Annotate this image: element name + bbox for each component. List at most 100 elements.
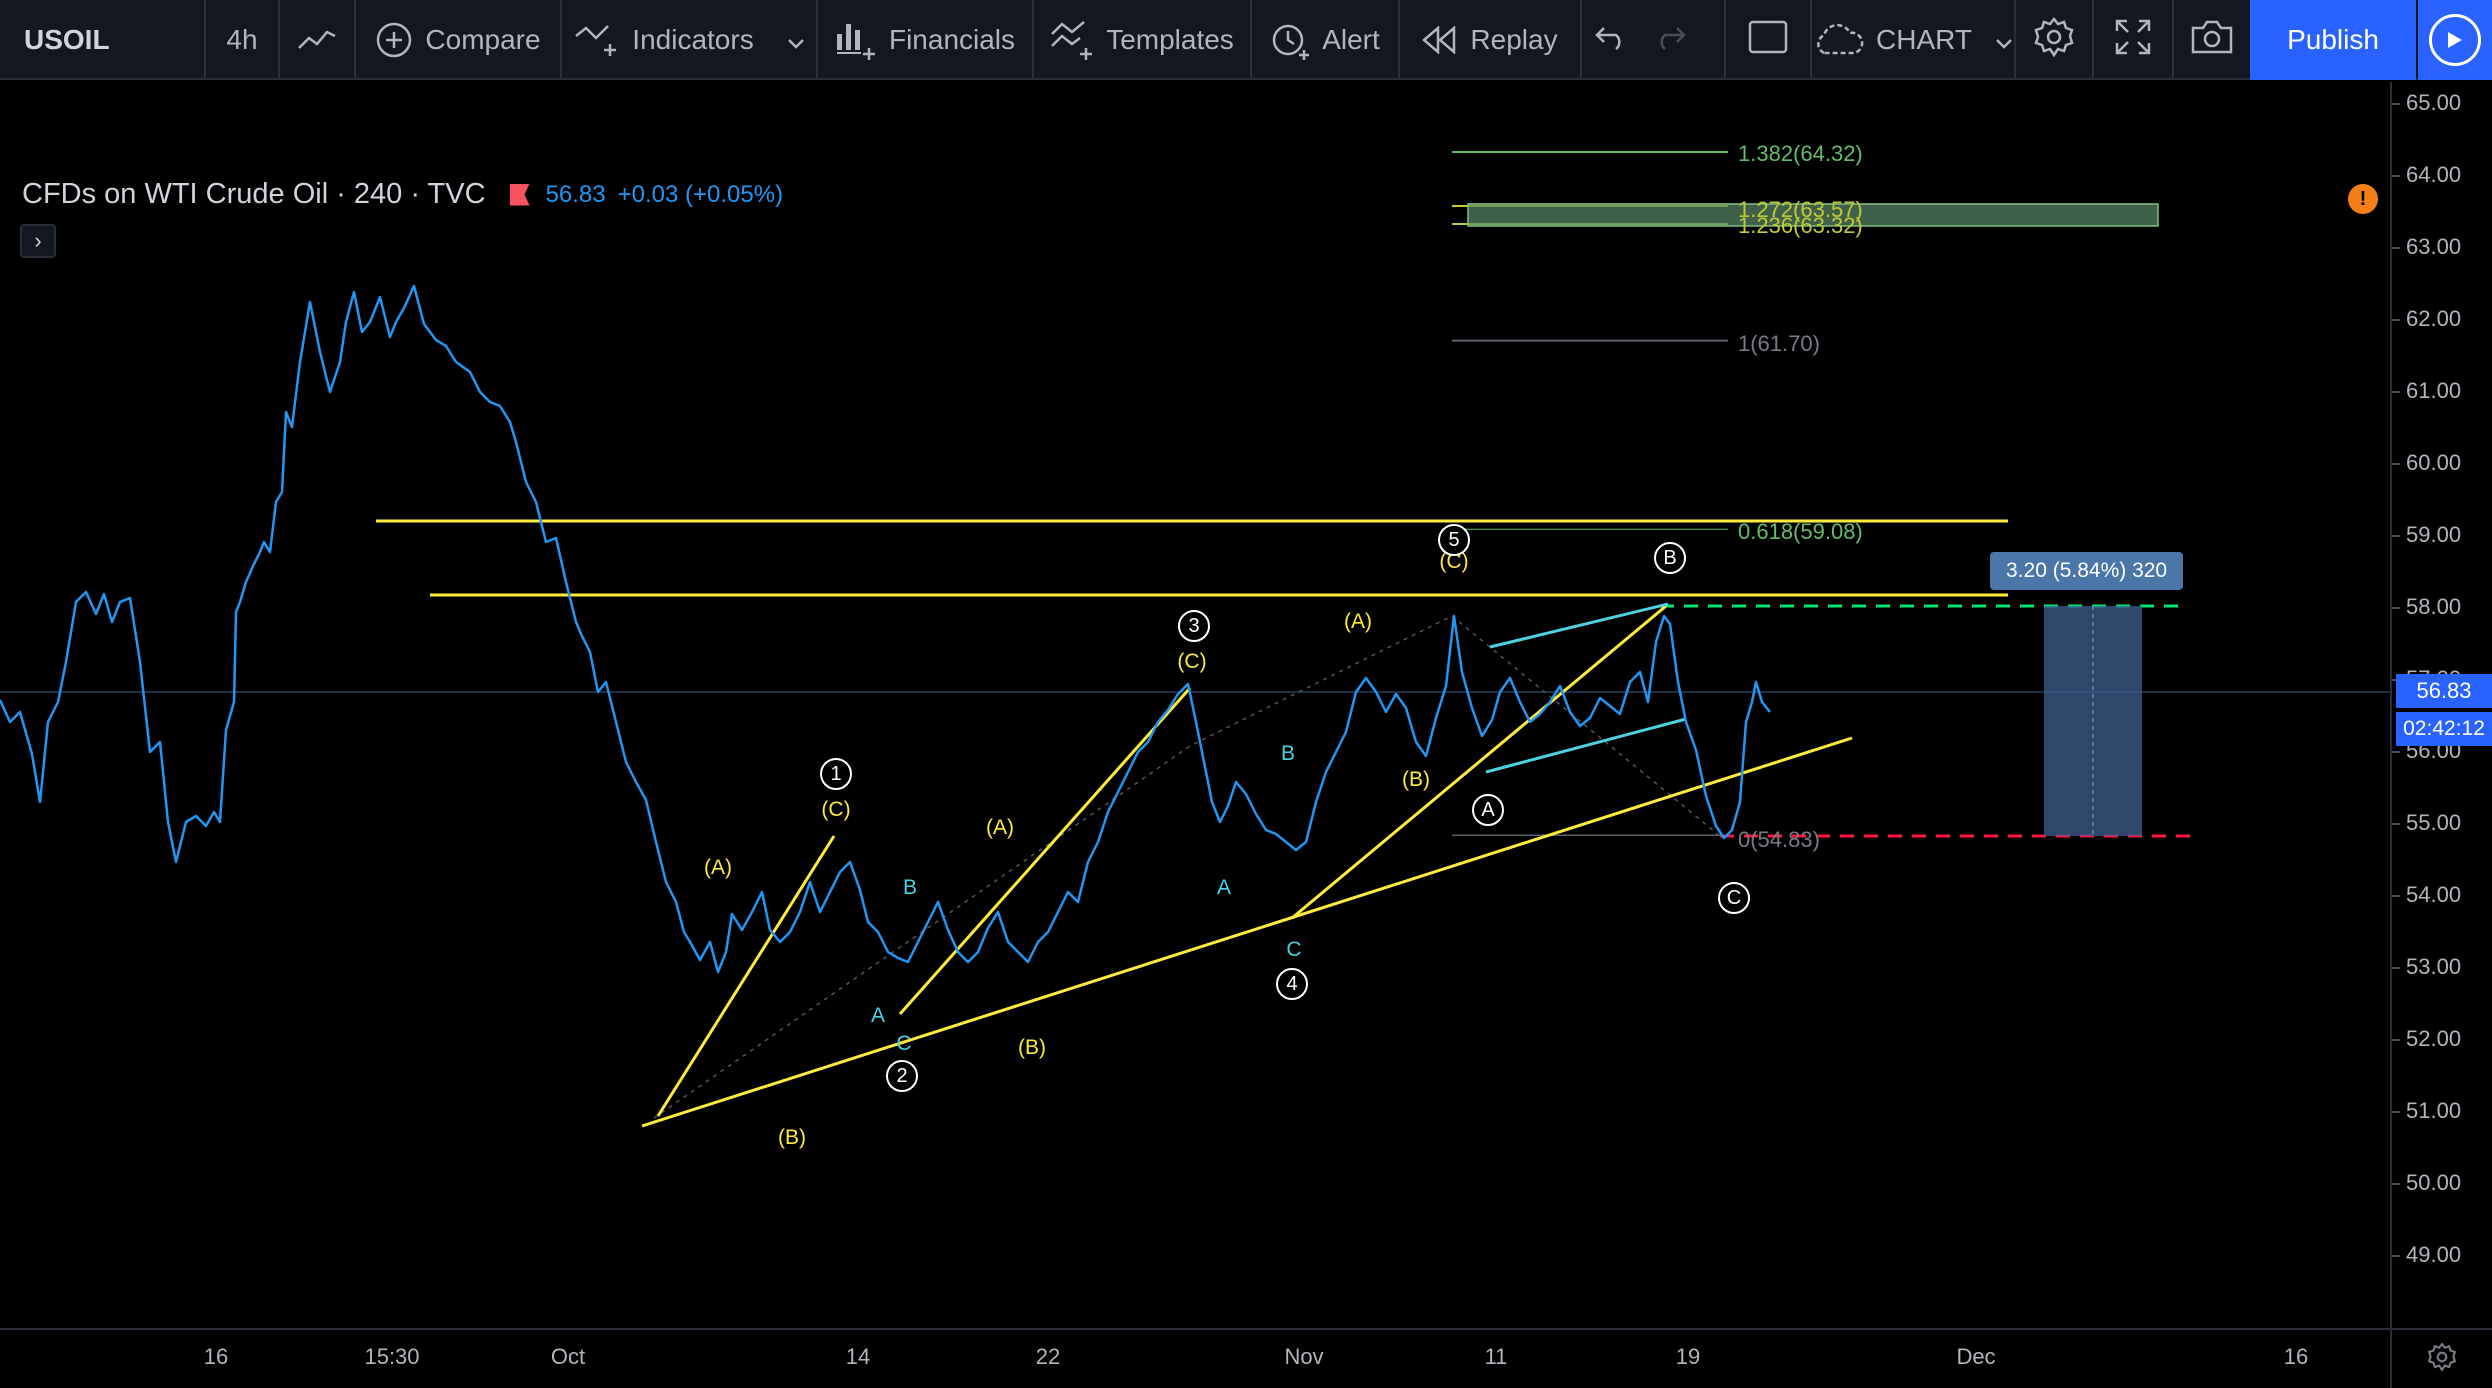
legend-change: +0.03 (+0.05%) bbox=[617, 180, 784, 208]
publish-button[interactable]: Publish bbox=[2250, 0, 2416, 80]
warning-icon[interactable]: ! bbox=[2348, 184, 2378, 214]
cloud-icon bbox=[1812, 23, 1864, 57]
square-icon bbox=[1748, 20, 1788, 61]
camera-icon bbox=[2191, 20, 2233, 61]
time-axis-label: 15:30 bbox=[364, 1344, 420, 1369]
undo-icon bbox=[1594, 24, 1628, 57]
price-axis-label: 49.00 bbox=[2406, 1242, 2462, 1267]
price-tick bbox=[2392, 751, 2400, 753]
scale-settings-button[interactable] bbox=[2390, 1328, 2492, 1388]
trendline bbox=[1291, 604, 1667, 920]
time-axis-label: Dec bbox=[1956, 1344, 1996, 1369]
financials-icon bbox=[835, 20, 877, 60]
time-axis-label: Oct bbox=[550, 1344, 586, 1369]
price-tick bbox=[2392, 103, 2400, 105]
price-axis-label: 58.00 bbox=[2406, 594, 2462, 619]
price-tick bbox=[2392, 391, 2400, 393]
layout-button[interactable]: CHART bbox=[1812, 0, 2012, 80]
fullscreen-button[interactable] bbox=[2094, 0, 2172, 80]
price-tick bbox=[2392, 823, 2400, 825]
time-scale[interactable]: 16 15:30 Oct 14 22 Nov 11 19 Dec 16 bbox=[0, 1328, 2390, 1388]
fib-level-label: 1.382(64.32) bbox=[1738, 141, 1863, 166]
fib-level-label: 0(54.83) bbox=[1738, 827, 1820, 852]
legend-toggle-button[interactable]: › bbox=[20, 224, 56, 258]
settings-button[interactable] bbox=[2016, 0, 2092, 80]
interval-label: 4h bbox=[226, 24, 258, 55]
wave-label: B bbox=[1280, 742, 1296, 765]
compare-button[interactable]: Compare bbox=[356, 0, 560, 80]
select-button[interactable] bbox=[1726, 0, 1810, 80]
interval-button[interactable]: 4h bbox=[206, 0, 278, 80]
wave-label-circled: 1 bbox=[820, 758, 852, 790]
wave-label: (B) bbox=[778, 1126, 806, 1149]
price-axis-label: 62.00 bbox=[2406, 306, 2462, 331]
wave-label-circled: 5 bbox=[1438, 524, 1470, 556]
price-tick bbox=[2392, 1183, 2400, 1185]
wave-label: (A) bbox=[1344, 610, 1372, 633]
price-tick bbox=[2392, 535, 2400, 537]
time-axis-label: 16 bbox=[2283, 1344, 2309, 1369]
indicators-label: Indicators bbox=[632, 24, 754, 55]
alert-button[interactable]: Alert bbox=[1252, 0, 1398, 80]
redo-icon bbox=[1653, 24, 1687, 57]
chart-canvas[interactable] bbox=[0, 82, 2390, 1328]
chart-style-button[interactable] bbox=[280, 0, 354, 80]
time-axis-label: 19 bbox=[1675, 1344, 1701, 1369]
gear-icon bbox=[2427, 1341, 2457, 1377]
fib-level-label: 0.618(59.08) bbox=[1738, 519, 1863, 544]
price-axis-label: 63.00 bbox=[2406, 234, 2462, 259]
wave-label: (C) bbox=[821, 798, 851, 821]
wave-label: C bbox=[896, 1032, 912, 1055]
wave-label-circled: 2 bbox=[886, 1060, 918, 1092]
price-axis-label: 53.00 bbox=[2406, 954, 2462, 979]
top-toolbar: USOIL 4h Compare Indicators Financials T… bbox=[0, 0, 2492, 80]
wave-label: (B) bbox=[1402, 768, 1430, 791]
publish-label: Publish bbox=[2287, 24, 2379, 55]
price-tick bbox=[2392, 247, 2400, 249]
financials-button[interactable]: Financials bbox=[818, 0, 1032, 80]
financials-label: Financials bbox=[888, 24, 1016, 55]
price-tick bbox=[2392, 1255, 2400, 1257]
chart-pane[interactable]: CFDs on WTI Crude Oil · 240 · TVC 56.83 … bbox=[0, 82, 2390, 1328]
plus-circle-icon bbox=[375, 21, 413, 59]
wave-label: (A) bbox=[704, 856, 732, 879]
time-axis-label: 16 bbox=[203, 1344, 229, 1369]
price-tick bbox=[2392, 463, 2400, 465]
wave-label: C bbox=[1286, 938, 1302, 961]
chevron-right-icon: › bbox=[34, 228, 42, 253]
flag-icon[interactable] bbox=[509, 183, 530, 206]
symbol-label: USOIL bbox=[24, 24, 110, 55]
line-chart-icon bbox=[297, 28, 337, 52]
price-axis-label: 51.00 bbox=[2406, 1098, 2462, 1123]
wave-label: (A) bbox=[986, 816, 1014, 839]
price-axis-label: 65.00 bbox=[2406, 90, 2462, 115]
price-tick bbox=[2392, 1111, 2400, 1113]
price-tick bbox=[2392, 895, 2400, 897]
chevron-down-icon bbox=[1996, 24, 2012, 56]
replay-button[interactable]: Replay bbox=[1400, 0, 1580, 80]
play-button[interactable] bbox=[2418, 0, 2492, 80]
price-axis-label: 61.00 bbox=[2406, 378, 2462, 403]
price-tick bbox=[2392, 1039, 2400, 1041]
screenshot-button[interactable] bbox=[2174, 0, 2250, 80]
price-axis-label: 64.00 bbox=[2406, 162, 2462, 187]
fullscreen-icon bbox=[2115, 19, 2151, 62]
wave-label-circled: 4 bbox=[1276, 968, 1308, 1000]
alarm-clock-icon bbox=[1270, 20, 1310, 60]
price-tick bbox=[2392, 319, 2400, 321]
indicators-button[interactable]: Indicators bbox=[562, 0, 816, 80]
price-axis-label: 60.00 bbox=[2406, 450, 2462, 475]
redo-button[interactable] bbox=[1640, 0, 1700, 80]
indicators-icon bbox=[574, 22, 620, 58]
symbol-search-button[interactable]: USOIL bbox=[0, 0, 204, 80]
gear-icon bbox=[2033, 16, 2075, 65]
rewind-icon bbox=[1422, 26, 1458, 54]
templates-button[interactable]: Templates bbox=[1034, 0, 1250, 80]
time-axis-label: 22 bbox=[1035, 1344, 1061, 1369]
price-range-label: 3.20 (5.84%) 320 bbox=[1990, 552, 2184, 590]
legend-title: CFDs on WTI Crude Oil · 240 · TVC bbox=[22, 178, 486, 210]
wave-label: (B) bbox=[1018, 1036, 1046, 1059]
undo-button[interactable] bbox=[1582, 0, 1640, 80]
price-axis-label: 50.00 bbox=[2406, 1170, 2462, 1195]
chart-legend: CFDs on WTI Crude Oil · 240 · TVC 56.83 … bbox=[22, 178, 783, 211]
